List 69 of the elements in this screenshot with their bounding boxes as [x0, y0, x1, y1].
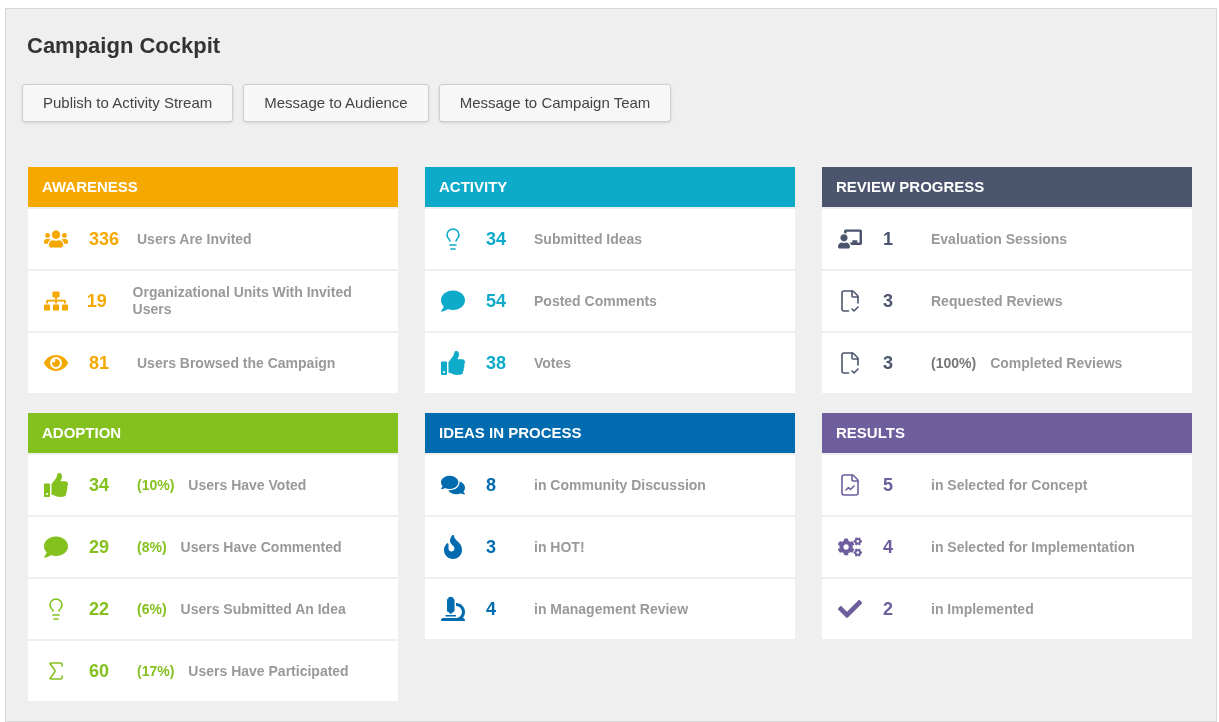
checkmark-icon — [838, 597, 862, 621]
stat-label: Users Browsed the Campaign — [137, 354, 336, 372]
stat-label: Users Submitted An Idea — [180, 600, 346, 618]
stat-value: 3 — [883, 289, 894, 313]
thumbs-up-icon — [441, 351, 465, 375]
stat-label: Users Have Participated — [188, 662, 349, 680]
stat-value: 4 — [486, 597, 497, 621]
eye-icon — [44, 351, 68, 375]
stat-value: 19 — [86, 289, 108, 313]
card-title: RESULTS — [836, 422, 905, 443]
stat-percent: (6%) — [137, 599, 167, 619]
stat-value: 2 — [883, 597, 894, 621]
action-button[interactable]: Message to Campaign Team — [438, 84, 672, 122]
stat-value: 336 — [89, 227, 121, 251]
stat-value: 81 — [89, 351, 111, 375]
stat-value: 29 — [89, 535, 111, 559]
card-title: AWARENESS — [42, 176, 138, 197]
checklist-document-icon — [838, 289, 862, 313]
stat-value: 4 — [883, 535, 894, 559]
stat-value: 60 — [89, 659, 111, 683]
stat-label: Requested Reviews — [931, 292, 1063, 310]
stat-label: in Implemented — [931, 600, 1034, 618]
card-title: ACTIVITY — [439, 176, 508, 197]
stat-value: 38 — [486, 351, 508, 375]
people-icon — [44, 227, 68, 251]
gears-icon — [838, 535, 862, 559]
speech-bubble-icon — [441, 289, 465, 313]
flame-icon — [441, 535, 465, 559]
card-title: ADOPTION — [42, 422, 122, 443]
stat-label: Evaluation Sessions — [931, 230, 1068, 248]
page-title: Campaign Cockpit — [27, 32, 222, 60]
stat-percent: (17%) — [137, 661, 175, 681]
checklist-document-icon — [838, 351, 862, 375]
stat-label: Completed Reviews — [990, 354, 1123, 372]
stat-value: 3 — [486, 535, 497, 559]
stat-label: in Management Review — [534, 600, 689, 618]
stat-percent: (8%) — [137, 537, 167, 557]
stat-value: 8 — [486, 473, 497, 497]
stat-value: 34 — [486, 227, 508, 251]
hierarchy-icon — [44, 289, 68, 313]
stat-label: in Selected for Implementation — [931, 538, 1135, 556]
microscope-icon — [441, 597, 465, 621]
stat-label: Users Are Invited — [137, 230, 252, 248]
stat-value: 1 — [883, 227, 894, 251]
stat-label: Organizational Units With Invited Users — [132, 284, 353, 318]
stat-percent: (10%) — [137, 475, 175, 495]
stat-label: in Selected for Concept — [931, 476, 1088, 494]
stat-value: 3 — [883, 351, 894, 375]
chart-document-icon — [838, 473, 862, 497]
meeting-icon — [838, 227, 862, 251]
stat-label: Posted Comments — [534, 292, 657, 310]
stat-label: Users Have Commented — [180, 538, 342, 556]
stat-value: 5 — [883, 473, 894, 497]
card-title: REVIEW PROGRESS — [836, 176, 985, 197]
speech-bubble-icon — [44, 535, 68, 559]
stat-value: 54 — [486, 289, 508, 313]
action-button[interactable]: Message to Audience — [243, 84, 429, 122]
stat-value: 34 — [89, 473, 111, 497]
card-title: IDEAS IN PROCESS — [439, 422, 582, 443]
stat-label: in Community Discussion — [534, 476, 706, 494]
stat-label: in HOT! — [534, 538, 585, 556]
thumbs-up-icon — [44, 473, 68, 497]
speech-bubbles-icon — [441, 473, 465, 497]
stat-value: 22 — [89, 597, 111, 621]
stat-label: Submitted Ideas — [534, 230, 643, 248]
stat-label: Votes — [534, 354, 572, 372]
stat-label: Users Have Voted — [188, 476, 307, 494]
action-button[interactable]: Publish to Activity Stream — [22, 84, 234, 122]
stat-percent: (100%) — [931, 353, 977, 373]
